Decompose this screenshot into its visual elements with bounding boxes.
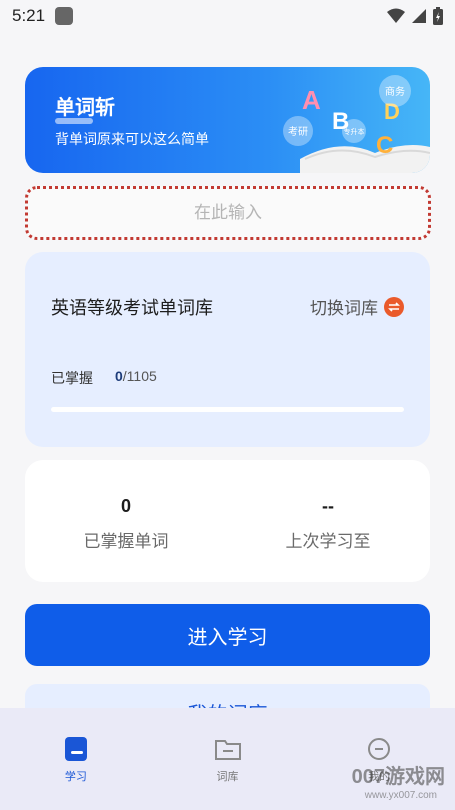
stat-last-studied: -- 上次学习至 bbox=[227, 496, 429, 552]
stat-label: 上次学习至 bbox=[285, 532, 371, 552]
wifi-icon bbox=[387, 8, 405, 23]
swap-icon bbox=[384, 296, 404, 317]
profile-icon bbox=[368, 738, 391, 760]
app-banner: 单词斩 背单词原来可以这么简单 A B D C 商务 考研 专升本 bbox=[25, 67, 430, 173]
library-card: 英语等级考试单词库 切换词库 已掌握 0/1105 bbox=[25, 252, 430, 447]
progress-bar bbox=[51, 407, 404, 412]
app-subtitle: 背单词原来可以这么简单 bbox=[55, 132, 209, 148]
stat-value: 0 bbox=[120, 496, 131, 516]
watermark-text: 007游戏网 bbox=[351, 766, 445, 788]
stat-mastered-words: 0 已掌握单词 bbox=[25, 496, 227, 552]
banner-tag-business: 商务 bbox=[385, 85, 405, 98]
tab-label: 词库 bbox=[216, 770, 239, 783]
app-title: 单词斩 bbox=[55, 95, 115, 119]
tab-label: 学习 bbox=[64, 770, 87, 783]
status-bar: 5:21 bbox=[0, 0, 455, 32]
tab-study[interactable]: 学习 bbox=[0, 708, 152, 810]
start-learning-button[interactable]: 进入学习 bbox=[25, 604, 430, 666]
battery-icon bbox=[433, 7, 443, 25]
status-time: 5:21 bbox=[12, 6, 46, 25]
progress-text: 0/1105 bbox=[115, 368, 157, 384]
mastered-count: 0 bbox=[115, 368, 123, 384]
switch-library-label: 切换词库 bbox=[310, 299, 378, 319]
stats-card: 0 已掌握单词 -- 上次学习至 bbox=[25, 460, 430, 582]
svg-text:A: A bbox=[302, 85, 321, 115]
watermark-url: www.yx007.com bbox=[364, 790, 437, 801]
banner-tag-exam: 考研 bbox=[288, 126, 308, 138]
svg-text:C: C bbox=[376, 132, 393, 159]
stat-label: 已掌握单词 bbox=[83, 532, 169, 552]
banner-illustration: A B D C 商务 考研 专升本 bbox=[283, 75, 430, 173]
stat-value: -- bbox=[322, 496, 334, 516]
search-box[interactable] bbox=[25, 186, 431, 240]
switch-library-button[interactable]: 切换词库 bbox=[310, 294, 404, 319]
search-input[interactable] bbox=[28, 203, 428, 223]
mastered-label: 已掌握 bbox=[51, 371, 93, 387]
signal-icon bbox=[412, 9, 426, 23]
library-name: 英语等级考试单词库 bbox=[51, 298, 213, 319]
status-icons bbox=[387, 7, 443, 25]
total-count: /1105 bbox=[122, 368, 157, 384]
study-icon bbox=[64, 737, 87, 761]
title-underline bbox=[55, 118, 93, 124]
tab-library[interactable]: 词库 bbox=[152, 708, 304, 810]
folder-icon bbox=[214, 740, 241, 760]
notification-icon bbox=[55, 7, 74, 25]
banner-tag-upgrade: 专升本 bbox=[344, 127, 365, 136]
